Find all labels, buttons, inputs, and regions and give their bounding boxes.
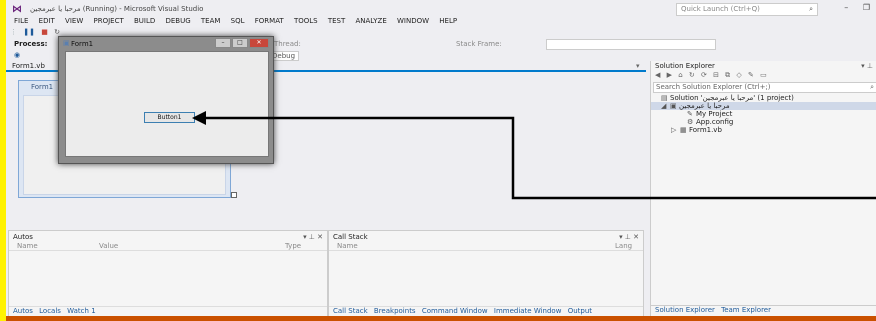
annotation-arrow <box>192 111 876 200</box>
arrow-head <box>192 111 206 125</box>
arrow-line <box>204 116 876 200</box>
